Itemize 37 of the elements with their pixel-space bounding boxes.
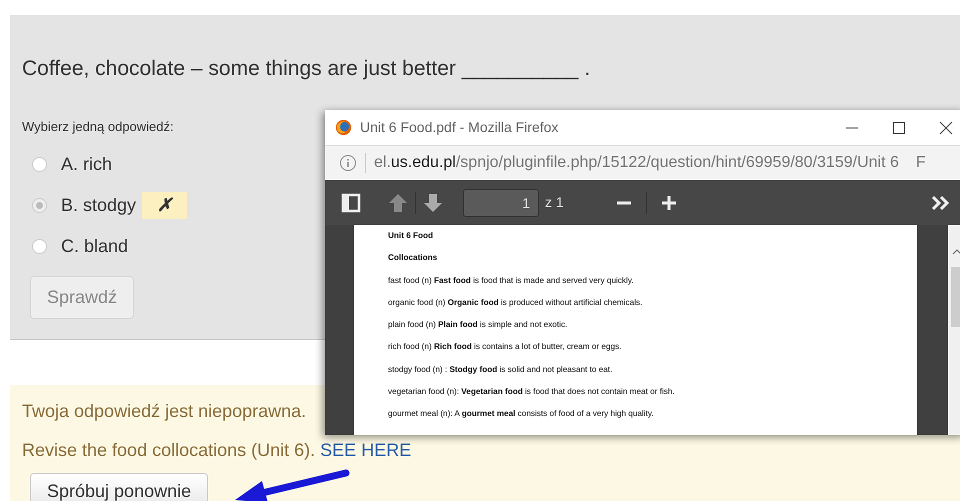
sidebar-toggle-icon[interactable] bbox=[341, 192, 361, 212]
pdf-text-line: gourmet meal (n): A gourmet meal consists of food of a very high quality. bbox=[388, 408, 654, 420]
answer-prompt: Wybierz jedną odpowiedź: bbox=[22, 118, 174, 136]
radio-button[interactable] bbox=[32, 198, 47, 213]
pdf-text-line: rich food (n) Rich food is contains a lot of butter, cream or eggs. bbox=[388, 341, 622, 354]
info-icon[interactable] bbox=[339, 154, 357, 172]
option-label: C. bland bbox=[61, 235, 128, 258]
pdf-heading: Collocations bbox=[388, 252, 438, 264]
question-text: Coffee, chocolate – some things are just better __________ . bbox=[22, 56, 590, 82]
see-here-link[interactable]: SEE HERE bbox=[320, 440, 412, 460]
retry-button[interactable]: Spróbuj ponownie bbox=[30, 473, 208, 501]
pdf-text-line: organic food (n) Organic food is produced without artificial chemicals. bbox=[388, 296, 642, 309]
option-label: B. stodgy bbox=[61, 194, 136, 217]
radio-button[interactable] bbox=[32, 239, 47, 254]
pdf-text-line: fast food (n) Fast food is food that is made and served very quickly. bbox=[388, 274, 634, 287]
close-icon[interactable] bbox=[939, 120, 953, 134]
url-text[interactable]: el.us.edu.pl/spnjo/pluginfile.php/15122/question/hint/69959/80/3159/Unit 6 bbox=[374, 151, 899, 175]
radio-button[interactable] bbox=[32, 157, 47, 172]
up-arrow-icon[interactable] bbox=[388, 192, 408, 212]
down-arrow-icon[interactable] bbox=[423, 192, 443, 212]
firefox-icon bbox=[335, 119, 352, 136]
url-text[interactable]: F bbox=[916, 151, 926, 175]
scroll-bar[interactable] bbox=[948, 225, 960, 435]
page-count: z 1 bbox=[545, 193, 564, 212]
pdf-text-line: plain food (n) Plain food is simple and not exotic. bbox=[388, 319, 568, 332]
pdf-text-line: stodgy food (n) : Stodgy food is solid and not pleasant to eat. bbox=[388, 364, 612, 376]
maximize-icon[interactable] bbox=[892, 120, 906, 134]
pdf-heading: Unit 6 Food bbox=[388, 230, 434, 242]
page-number-field[interactable]: 1 bbox=[463, 188, 539, 216]
option-label: A. rich bbox=[61, 153, 112, 176]
double-chevron-icon[interactable] bbox=[931, 194, 951, 210]
pdf-text-line: vegetarian food (n): Vegetarian food is food that does not contain meat or fish. bbox=[388, 386, 675, 398]
feedback-hint: Revise the food collocations (Unit 6). bbox=[22, 440, 316, 460]
feedback-status: Twoja odpowiedź jest niepoprawna. bbox=[22, 401, 306, 423]
zoom-in-icon[interactable] bbox=[660, 194, 677, 210]
window-title: Unit 6 Food.pdf - Mozilla Firefox bbox=[360, 118, 558, 137]
incorrect-mark: ✗ bbox=[142, 192, 188, 219]
